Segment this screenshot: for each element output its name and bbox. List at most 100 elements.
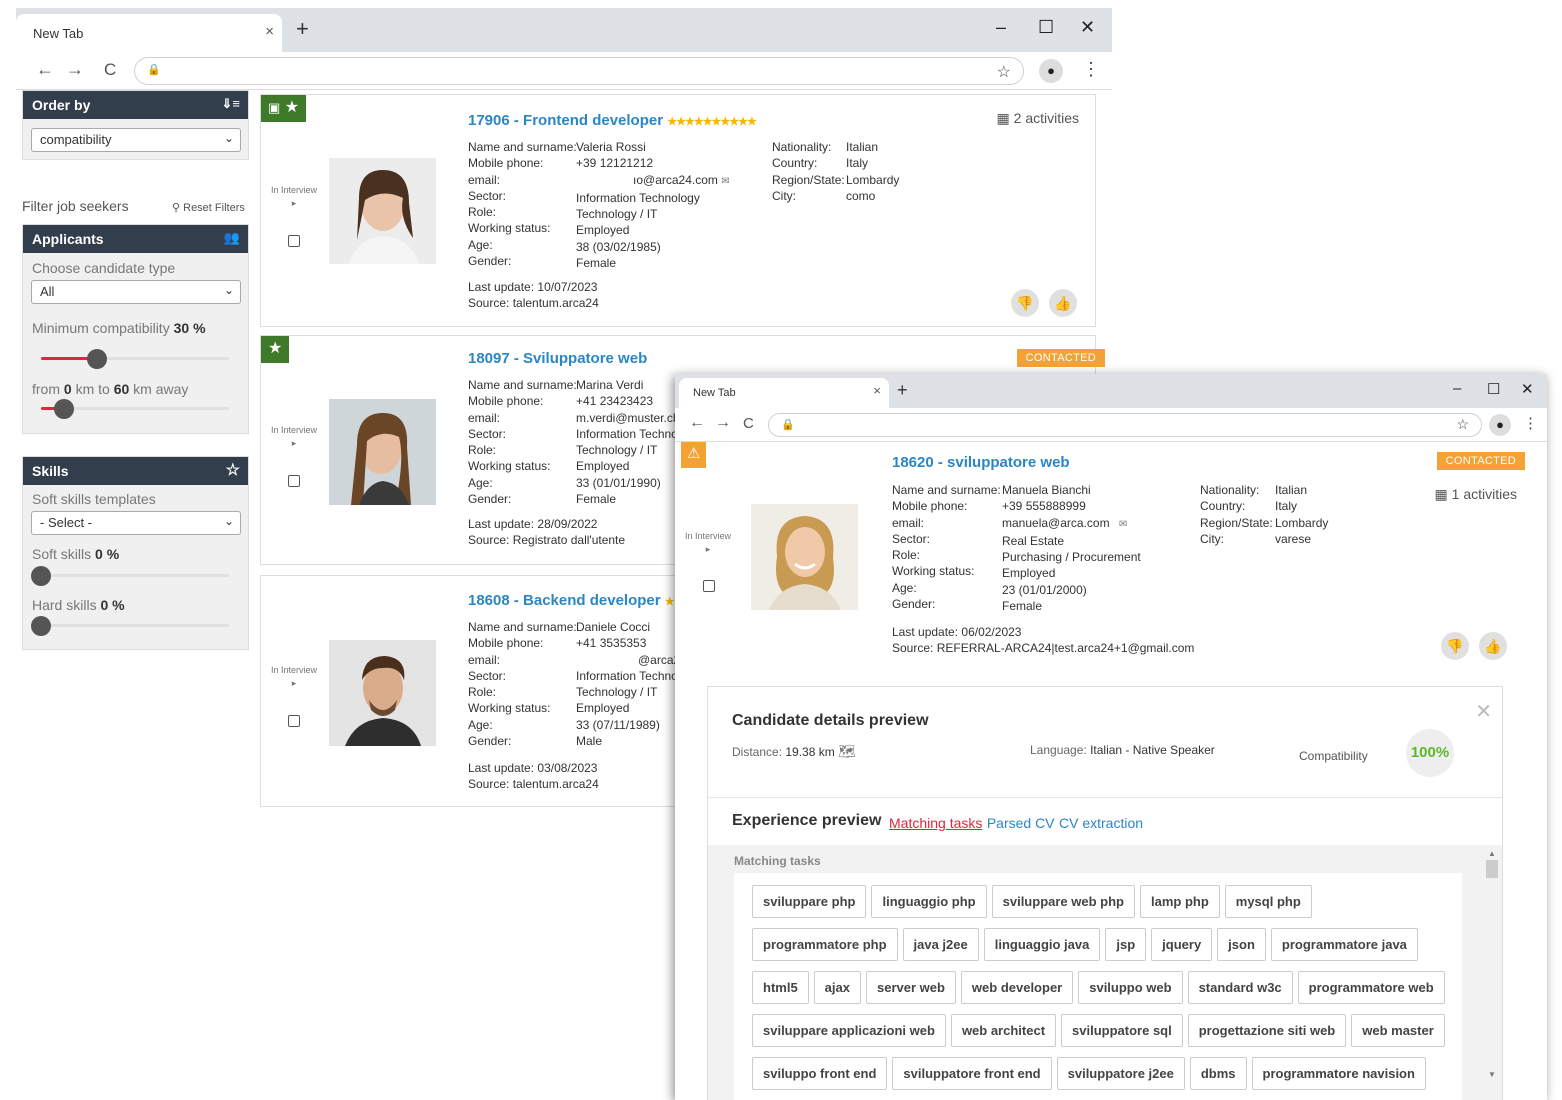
close-window-icon[interactable]: ✕ xyxy=(1080,17,1095,38)
profile-icon[interactable]: ● xyxy=(1489,414,1511,436)
location-labels: Nationality: Country: Region/State: City: xyxy=(772,140,845,203)
address-toolbar: ← → C 🔒 ☆ ● ⋮ xyxy=(16,52,1112,90)
update-info: Last update: 10/07/2023 Source: talentum… xyxy=(468,280,599,311)
close-window-icon[interactable]: ✕ xyxy=(1521,380,1534,398)
thumbs-up-icon[interactable]: 👍 xyxy=(1479,632,1507,660)
chevron-down-icon: ⌄ xyxy=(223,283,234,297)
candidate-labels: Name and surname: Mobile phone: email: Sect… xyxy=(468,140,577,269)
new-tab-button[interactable]: + xyxy=(897,380,908,401)
tab-strip: New Tab × + – ☐ ✕ xyxy=(675,374,1547,408)
contacted-badge: CONTACTED xyxy=(1016,349,1105,367)
minimize-icon[interactable]: – xyxy=(1453,380,1461,397)
browser-tab[interactable]: New Tab × xyxy=(16,14,282,52)
map-icon[interactable]: 🗺 xyxy=(838,743,856,759)
address-bar[interactable]: 🔒 ☆ xyxy=(768,413,1482,437)
section-label: Matching tasks xyxy=(734,854,821,868)
candidate-photo xyxy=(329,158,436,264)
thumbs-down-icon[interactable]: 👎 xyxy=(1441,632,1469,660)
reload-icon[interactable]: C xyxy=(743,415,754,432)
scrollbar[interactable]: ▲ ▼ xyxy=(1486,849,1498,1079)
close-icon[interactable]: ✕ xyxy=(1475,699,1492,724)
order-by-title: Order by xyxy=(32,97,91,113)
task-tag: mysql php xyxy=(1224,885,1312,918)
select-checkbox[interactable] xyxy=(703,580,715,592)
select-checkbox[interactable] xyxy=(288,235,300,247)
candidate-card[interactable]: ▣ ★ In Interview ▸ 17906 - Frontend devel… xyxy=(260,94,1096,327)
mail-icon[interactable]: ✉ xyxy=(721,176,729,187)
language-info: Language: Italian - Native Speaker xyxy=(1030,743,1215,757)
tab-cv-extraction[interactable]: CV extraction xyxy=(1059,815,1143,831)
task-tag: ajax xyxy=(813,971,861,1004)
tab-close-icon[interactable]: × xyxy=(265,23,274,40)
job-title[interactable]: 18620 - sviluppatore web xyxy=(892,454,1070,471)
matching-tasks-section: Matching tasks sviluppare php linguaggio … xyxy=(708,845,1502,1100)
activities[interactable]: ▦ 2 activities xyxy=(997,110,1079,127)
browser-tab[interactable]: New Tab × xyxy=(679,378,889,408)
thumbs-down-icon[interactable]: 👎 xyxy=(1011,289,1039,317)
order-by-value: compatibility xyxy=(40,132,112,147)
mail-icon[interactable]: ✉ xyxy=(1113,519,1127,530)
new-tab-button[interactable]: + xyxy=(296,16,309,42)
distance-slider[interactable] xyxy=(41,399,229,419)
forward-icon[interactable]: → xyxy=(66,59,84,80)
task-tag: web developer xyxy=(960,971,1074,1004)
hard-skills-handle[interactable] xyxy=(31,616,51,636)
star-icon[interactable]: ★ xyxy=(268,340,282,357)
job-title[interactable]: 17906 - Frontend developer ★★★★★★★★★★ xyxy=(468,112,757,129)
select-checkbox[interactable] xyxy=(288,715,300,727)
bookmark-star-icon[interactable]: ☆ xyxy=(1456,416,1469,433)
sort-icon[interactable]: ⇓≡ xyxy=(222,96,240,112)
compat-slider-handle[interactable] xyxy=(87,349,108,369)
activities[interactable]: ▦ 1 activities xyxy=(1435,486,1517,503)
hard-skills-slider[interactable] xyxy=(31,616,229,636)
task-tag: linguaggio php xyxy=(871,885,987,918)
thumbs-up-icon[interactable]: 👍 xyxy=(1049,289,1077,317)
distance-label: from 0 km to 60 km away xyxy=(32,381,189,397)
candidate-photo xyxy=(329,399,436,505)
card-badge: ▣ ★ xyxy=(261,95,307,122)
soft-templates-value: - Select - xyxy=(40,515,93,530)
compat-slider[interactable] xyxy=(41,349,229,369)
tab-matching-tasks[interactable]: Matching tasks xyxy=(889,815,982,831)
task-tag: sviluppatore sql xyxy=(1061,1014,1183,1047)
back-icon[interactable]: ← xyxy=(689,414,705,432)
star-icon[interactable]: ★ xyxy=(285,99,299,116)
task-tag: web master xyxy=(1351,1014,1445,1047)
lock-icon: 🔒 xyxy=(147,64,161,76)
tab-parsed-cv[interactable]: Parsed CV xyxy=(987,815,1055,831)
maximize-icon[interactable]: ☐ xyxy=(1487,380,1500,398)
soft-templates-select[interactable]: - Select - ⌄ xyxy=(31,511,241,535)
select-checkbox[interactable] xyxy=(288,475,300,487)
tab-strip: New Tab × + – ☐ ✕ xyxy=(16,8,1112,52)
order-by-select[interactable]: compatibility ⌄ xyxy=(31,128,241,152)
task-tag: lamp php xyxy=(1139,885,1220,918)
soft-skills-handle[interactable] xyxy=(31,566,51,586)
forward-icon[interactable]: → xyxy=(715,414,731,432)
bookmark-star-icon[interactable]: ☆ xyxy=(997,62,1011,82)
order-by-panel: Order by ⇓≡ compatibility ⌄ xyxy=(22,90,249,160)
menu-icon[interactable]: ⋮ xyxy=(1082,59,1100,80)
job-title[interactable]: 18097 - Sviluppatore web xyxy=(468,350,647,367)
soft-skills-slider[interactable] xyxy=(31,566,229,586)
reset-filters-link[interactable]: ⚲ Reset Filters xyxy=(172,201,245,214)
distance-slider-handle[interactable] xyxy=(53,399,74,419)
reload-icon[interactable]: C xyxy=(104,60,116,80)
tab-close-icon[interactable]: × xyxy=(873,383,881,398)
applicants-header: Applicants 👥 xyxy=(23,225,248,253)
browser-window-detail: New Tab × + – ☐ ✕ ← → C 🔒 ☆ ● ⋮ ⚠ CONTAC… xyxy=(675,374,1547,1100)
min-compat-label: Minimum compatibility 30 % xyxy=(32,320,206,336)
chevron-down-icon: ⌄ xyxy=(223,131,234,145)
star-outline-icon[interactable]: ☆ xyxy=(226,460,240,480)
task-list: sviluppare php linguaggio php sviluppare w… xyxy=(734,873,1462,1100)
skills-panel: Skills ☆ Soft skills templates - Select … xyxy=(22,456,249,650)
address-bar[interactable]: 🔒 ☆ xyxy=(134,57,1024,85)
minimize-icon[interactable]: – xyxy=(996,17,1006,38)
task-tag: sviluppare web php xyxy=(991,885,1135,918)
maximize-icon[interactable]: ☐ xyxy=(1038,17,1054,38)
candidate-labels: Name and surname: Mobile phone: email: Sect… xyxy=(892,483,1001,612)
candidate-type-select[interactable]: All ⌄ xyxy=(31,280,241,304)
job-title[interactable]: 18608 - Backend developer ★ xyxy=(468,592,675,609)
menu-icon[interactable]: ⋮ xyxy=(1523,414,1538,432)
profile-icon[interactable]: ● xyxy=(1039,59,1063,83)
back-icon[interactable]: ← xyxy=(36,59,54,80)
